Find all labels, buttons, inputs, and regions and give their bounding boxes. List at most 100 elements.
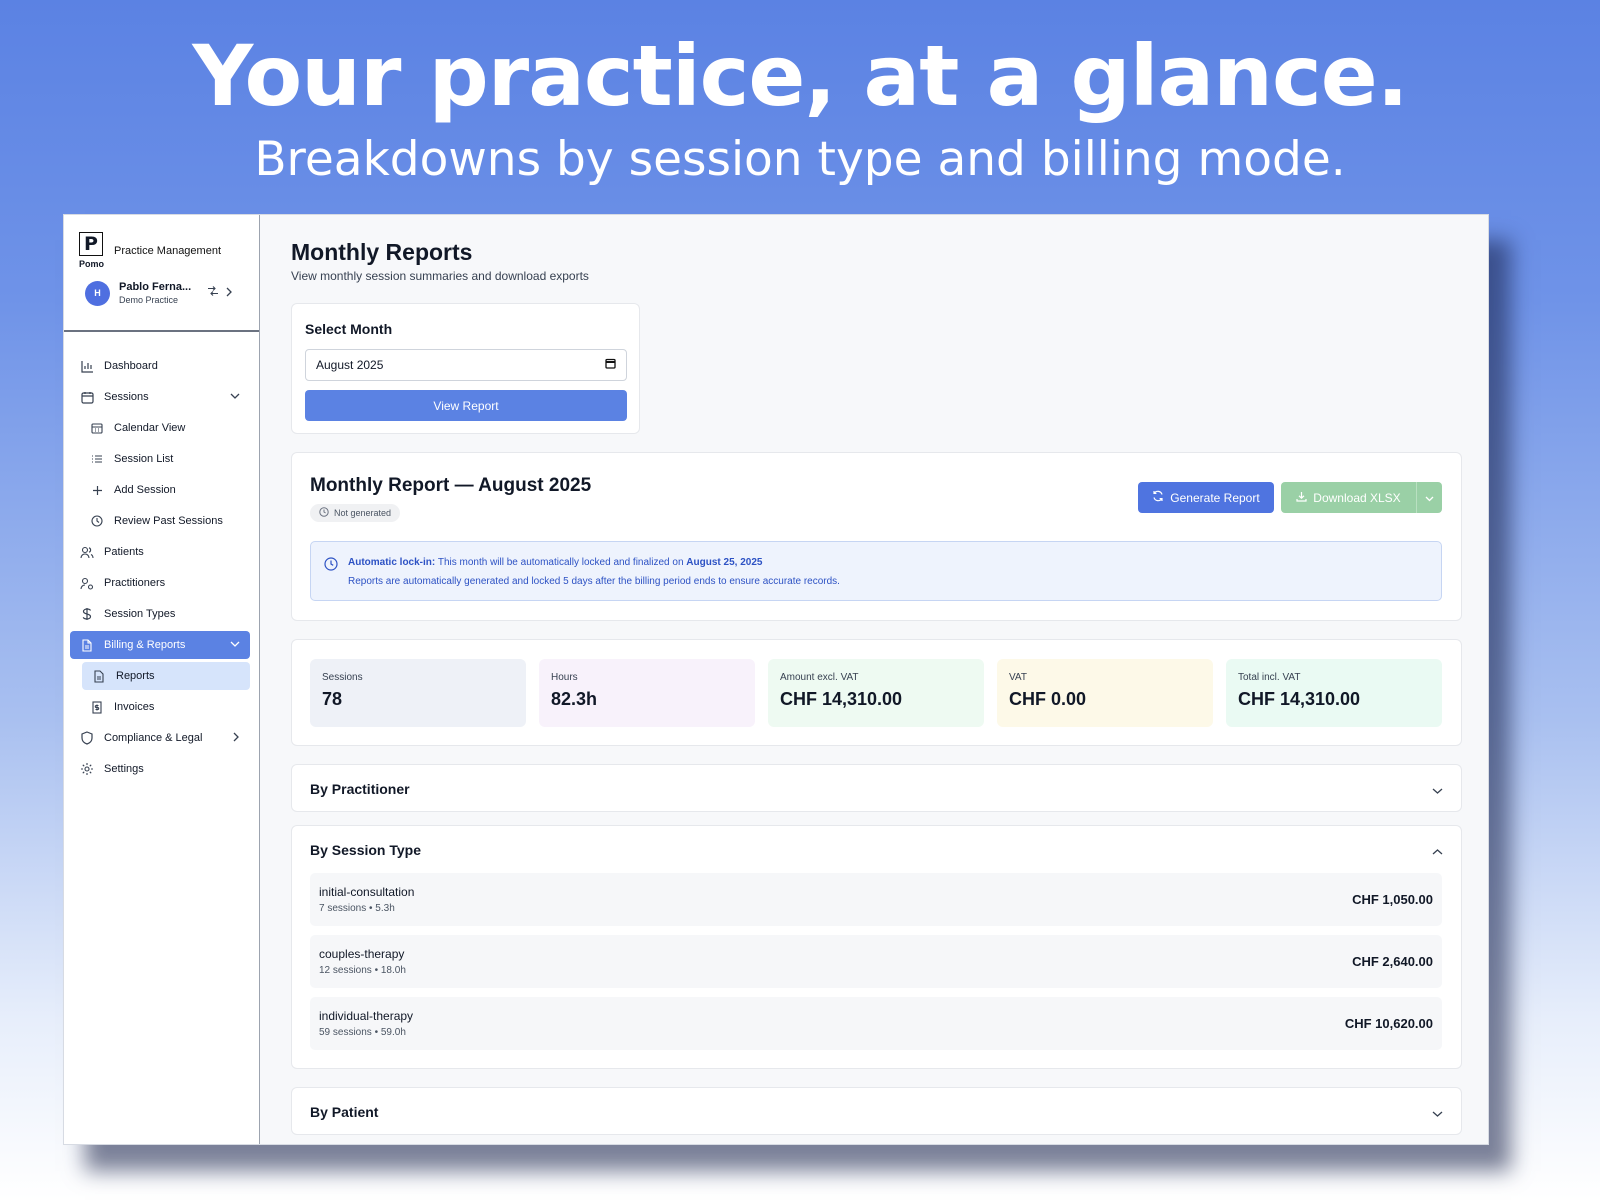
user-switcher[interactable]: H Pablo Ferna... Demo Practice [85,278,245,308]
download-icon [1296,491,1307,505]
session-type-meta: 7 sessions • 5.3h [319,903,395,914]
nav-session-list-label: Session List [114,453,174,465]
nav-compliance-legal[interactable]: Compliance & Legal [70,724,250,752]
stat-label: Amount excl. VAT [780,672,859,683]
session-type-amount: CHF 1,050.00 [1352,892,1433,907]
stat-value: CHF 14,310.00 [780,689,903,709]
brand[interactable]: P Pomo [79,232,104,269]
brand-label: Practice Management [114,245,221,257]
stat-amount-excl-vat: Amount excl. VAT CHF 14,310.00 [768,659,984,727]
stat-value: CHF 14,310.00 [1238,689,1361,709]
nav-settings[interactable]: Settings [70,755,250,783]
sidebar: P Pomo Practice Management H Pablo Ferna… [64,215,260,1144]
stat-vat: VAT CHF 0.00 [997,659,1213,727]
file-icon [92,669,106,683]
sidebar-nav: Dashboard Sessions Calendar View Session… [70,352,250,786]
nav-session-list[interactable]: Session List [70,445,250,473]
session-type-name: initial-consultation [319,885,415,899]
nav-billing-reports-label: Billing & Reports [104,639,186,651]
nav-session-types[interactable]: Session Types [70,600,250,628]
nav-billing-reports[interactable]: Billing & Reports [70,631,250,659]
nav-dashboard[interactable]: Dashboard [70,352,250,380]
page-description: View monthly session summaries and downl… [291,269,589,283]
nav-review-past-sessions-label: Review Past Sessions [114,515,223,527]
auto-lock-line: Automatic lock-in: This month will be au… [348,557,762,568]
brand-name: Pomo [79,259,105,269]
stat-value: 78 [322,689,343,709]
brand-logo: P [79,232,103,256]
invoice-icon [90,700,104,714]
view-report-button[interactable]: View Report [305,390,627,421]
session-type-name: couples-therapy [319,947,405,961]
users-icon [80,545,94,559]
hero-subtitle: Breakdowns by session type and billing m… [254,132,1346,187]
nav-add-session-label: Add Session [114,484,176,496]
nav-patients-label: Patients [104,546,144,558]
plus-icon [90,483,104,497]
generate-report-label: Generate Report [1170,490,1260,505]
nav-compliance-legal-label: Compliance & Legal [104,732,203,744]
month-input[interactable]: August 2025 [305,349,627,381]
nav-calendar-view-label: Calendar View [114,422,186,434]
nav-review-past-sessions[interactable]: Review Past Sessions [70,507,250,535]
nav-settings-label: Settings [104,763,144,775]
list-item: couples-therapy 12 sessions • 18.0h CHF … [310,935,1442,988]
auto-lock-date: August 25, 2025 [686,557,763,568]
nav-practitioners-label: Practitioners [104,577,166,589]
nav-invoices[interactable]: Invoices [70,693,250,721]
stat-label: Total incl. VAT [1238,672,1301,683]
chevron-up-icon[interactable] [1432,843,1443,861]
section-by-session-type: By Session Type initial-consultation 7 s… [291,825,1462,1069]
nav-sessions-label: Sessions [104,391,149,403]
report-title: Monthly Report — August 2025 [310,475,592,496]
session-type-amount: CHF 10,620.00 [1344,1016,1433,1031]
stat-label: Sessions [322,672,363,683]
bar-chart-icon [80,359,94,373]
clock-icon [90,514,104,528]
nav-add-session[interactable]: Add Session [70,476,250,504]
nav-reports[interactable]: Reports [82,662,250,690]
chevron-down-icon[interactable] [1432,782,1443,800]
calendar-icon[interactable] [605,358,616,372]
chevron-down-icon[interactable] [1432,1105,1443,1123]
gear-icon [80,762,94,776]
nav-reports-label: Reports [116,670,155,682]
download-xlsx-button[interactable]: Download XLSX [1281,482,1442,513]
month-select-card: Select Month August 2025 View Report [291,303,640,434]
stat-sessions: Sessions 78 [310,659,526,727]
chevron-down-icon[interactable] [230,639,240,651]
section-title: By Practitioner [310,781,410,797]
switch-icon[interactable] [207,284,219,302]
page-title: Monthly Reports [291,239,473,265]
nav-dashboard-label: Dashboard [104,360,158,372]
section-by-practitioner[interactable]: By Practitioner [291,764,1462,812]
nav-session-types-label: Session Types [104,608,176,620]
nav-calendar-view[interactable]: Calendar View [70,414,250,442]
user-cog-icon [80,576,94,590]
list-icon [90,452,104,466]
chevron-right-icon[interactable] [232,732,240,745]
main-content: Monthly Reports View monthly session sum… [260,215,1488,1144]
stat-label: VAT [1009,672,1027,683]
stat-value: CHF 0.00 [1009,689,1087,709]
auto-lock-notice: Automatic lock-in: This month will be au… [310,541,1442,601]
chevron-right-icon[interactable] [225,284,233,302]
nav-sessions[interactable]: Sessions [70,383,250,411]
auto-lock-text: This month will be automatically locked … [435,557,687,568]
shield-icon [80,731,94,745]
generate-report-button[interactable]: Generate Report [1138,482,1274,513]
month-input-value: August 2025 [316,358,384,372]
chevron-down-icon[interactable] [230,391,240,403]
report-card: Monthly Report — August 2025 Not generat… [291,452,1462,621]
month-select-label: Select Month [305,321,393,337]
download-options-toggle[interactable] [1416,482,1442,513]
section-title[interactable]: By Session Type [310,842,421,858]
auto-lock-label: Automatic lock-in: [348,557,436,568]
stat-hours: Hours 82.3h [539,659,755,727]
sidebar-divider [64,330,259,332]
refresh-icon [1152,490,1164,505]
section-by-patient[interactable]: By Patient [291,1087,1462,1135]
session-type-meta: 12 sessions • 18.0h [319,965,406,976]
nav-patients[interactable]: Patients [70,538,250,566]
nav-practitioners[interactable]: Practitioners [70,569,250,597]
